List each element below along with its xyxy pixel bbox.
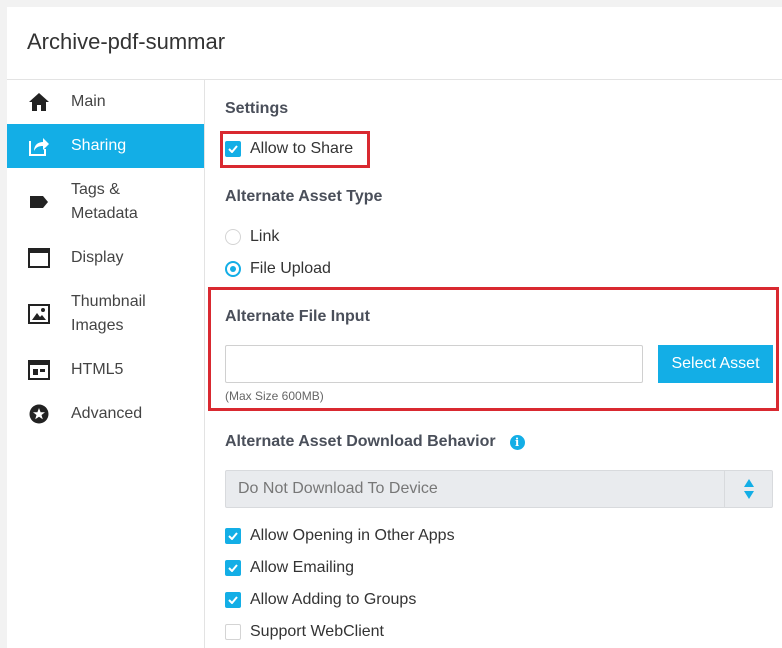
sidebar-item-tags-metadata[interactable]: Tags & Metadata: [7, 168, 204, 236]
select-asset-button[interactable]: Select Asset: [658, 345, 773, 383]
file-upload-label: File Upload: [250, 260, 331, 277]
sidebar: Main Sharing Tags & Metadata Display Thu…: [7, 80, 205, 648]
allow-opening-other-apps-checkbox[interactable]: [225, 528, 241, 544]
image-icon: [27, 302, 51, 326]
home-icon: [27, 90, 51, 114]
download-behavior-selected: Do Not Download To Device: [238, 480, 438, 497]
sidebar-item-label: Images: [71, 317, 124, 334]
sidebar-item-label: Metadata: [71, 205, 138, 222]
sidebar-item-label: Thumbnail: [71, 293, 146, 310]
download-behavior-heading: Alternate Asset Download Behavior i: [225, 433, 525, 451]
sidebar-item-label: HTML5: [71, 361, 124, 378]
download-behavior-label: Alternate Asset Download Behavior: [225, 433, 496, 450]
support-webclient-checkbox[interactable]: [225, 624, 241, 640]
sidebar-item-label: Sharing: [71, 137, 127, 154]
alternate-file-input-heading: Alternate File Input: [225, 308, 370, 325]
sidebar-item-advanced[interactable]: Advanced: [7, 392, 204, 436]
info-icon[interactable]: i: [509, 434, 525, 450]
sidebar-item-thumbnail-images[interactable]: Thumbnail Images: [7, 280, 204, 348]
sidebar-item-label: Main: [71, 93, 106, 110]
sidebar-item-display[interactable]: Display: [7, 236, 204, 280]
asset-type-file-upload-option[interactable]: File Upload: [225, 260, 331, 278]
properties-panel: Archive-pdf-summar Main Sharing Tags & M…: [7, 7, 782, 648]
select-arrows-icon: [724, 471, 772, 507]
allow-adding-groups-label: Allow Adding to Groups: [250, 591, 417, 608]
allow-emailing-label: Allow Emailing: [250, 559, 355, 576]
tag-icon: [27, 190, 51, 214]
allow-adding-groups-checkbox[interactable]: [225, 592, 241, 608]
alternate-asset-type-heading: Alternate Asset Type: [225, 188, 383, 205]
html5-icon: [27, 358, 51, 382]
share-icon: [27, 134, 51, 158]
sidebar-item-sharing[interactable]: Sharing: [7, 124, 204, 168]
alternate-file-input-field[interactable]: [225, 345, 643, 383]
support-webclient-option[interactable]: Support WebClient: [225, 623, 384, 641]
link-radio[interactable]: [225, 229, 241, 245]
file-upload-radio[interactable]: [225, 261, 241, 277]
allow-share-checkbox[interactable]: [225, 141, 241, 157]
support-webclient-label: Support WebClient: [250, 623, 384, 640]
link-label: Link: [250, 228, 280, 245]
sharing-settings-content: Settings Allow to Share Alternate Asset …: [205, 80, 782, 648]
allow-share-option[interactable]: Allow to Share: [225, 140, 353, 158]
allow-share-label: Allow to Share: [250, 140, 354, 157]
sidebar-item-html5[interactable]: HTML5: [7, 348, 204, 392]
allow-emailing-option[interactable]: Allow Emailing: [225, 559, 354, 577]
allow-opening-other-apps-label: Allow Opening in Other Apps: [250, 527, 455, 544]
settings-heading: Settings: [225, 100, 289, 117]
asset-type-link-option[interactable]: Link: [225, 228, 279, 246]
sidebar-item-main[interactable]: Main: [7, 80, 204, 124]
sidebar-item-label: Tags &: [71, 181, 120, 198]
display-icon: [27, 246, 51, 270]
download-behavior-select[interactable]: Do Not Download To Device: [225, 470, 773, 508]
allow-adding-groups-option[interactable]: Allow Adding to Groups: [225, 591, 416, 609]
header: Archive-pdf-summar: [7, 7, 782, 80]
sidebar-item-label: Advanced: [71, 405, 143, 422]
allow-emailing-checkbox[interactable]: [225, 560, 241, 576]
star-icon: [27, 402, 51, 426]
max-size-hint: (Max Size 600MB): [225, 389, 324, 403]
sidebar-item-label: Display: [71, 249, 124, 266]
page-title: Archive-pdf-summar: [27, 29, 226, 54]
allow-opening-other-apps-option[interactable]: Allow Opening in Other Apps: [225, 527, 455, 545]
